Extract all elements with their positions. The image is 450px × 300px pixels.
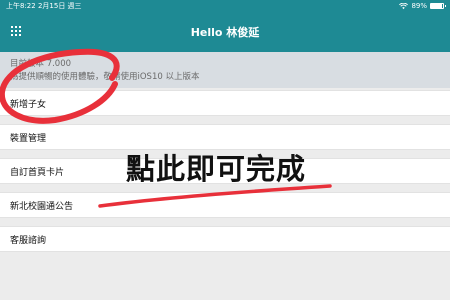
wifi-icon: [399, 2, 409, 9]
page-title: Hello 林俊延: [190, 26, 260, 39]
header-bar: Hello 林俊延: [0, 12, 450, 52]
version-line: 目前版本 7.000: [10, 59, 72, 69]
status-indicators: 89%: [399, 2, 446, 10]
menu-item-campus-announcements[interactable]: 新北校園通公告: [0, 192, 450, 218]
battery-fill: [431, 4, 442, 8]
status-time: 上午8:22: [6, 2, 36, 10]
battery-percent: 89%: [411, 2, 427, 10]
menu-item-label: 新北校園通公告: [10, 201, 74, 212]
battery-icon: [430, 3, 446, 9]
annotation-text: 點此即可完成: [126, 152, 307, 186]
menu-item-add-child[interactable]: 新增子女: [0, 90, 450, 116]
menu-item-label: 自訂首頁卡片: [10, 167, 65, 178]
ios-requirement-line: 為提供順暢的使用體驗，敬請使用iOS10 以上版本: [10, 72, 200, 82]
status-bar: 上午8:22 2月15日 週三 89%: [0, 0, 450, 12]
menu-item-label: 客服諮詢: [10, 235, 47, 246]
status-date: 2月15日 週三: [37, 2, 82, 10]
menu-item-label: 新增子女: [10, 99, 47, 110]
version-notice: 目前版本 7.000 為提供順暢的使用體驗，敬請使用iOS10 以上版本: [0, 52, 450, 88]
menu-item-customer-service[interactable]: 客服諮詢: [0, 226, 450, 252]
status-time-date: 上午8:22 2月15日 週三: [6, 1, 82, 11]
menu-item-label: 裝置管理: [10, 133, 47, 144]
